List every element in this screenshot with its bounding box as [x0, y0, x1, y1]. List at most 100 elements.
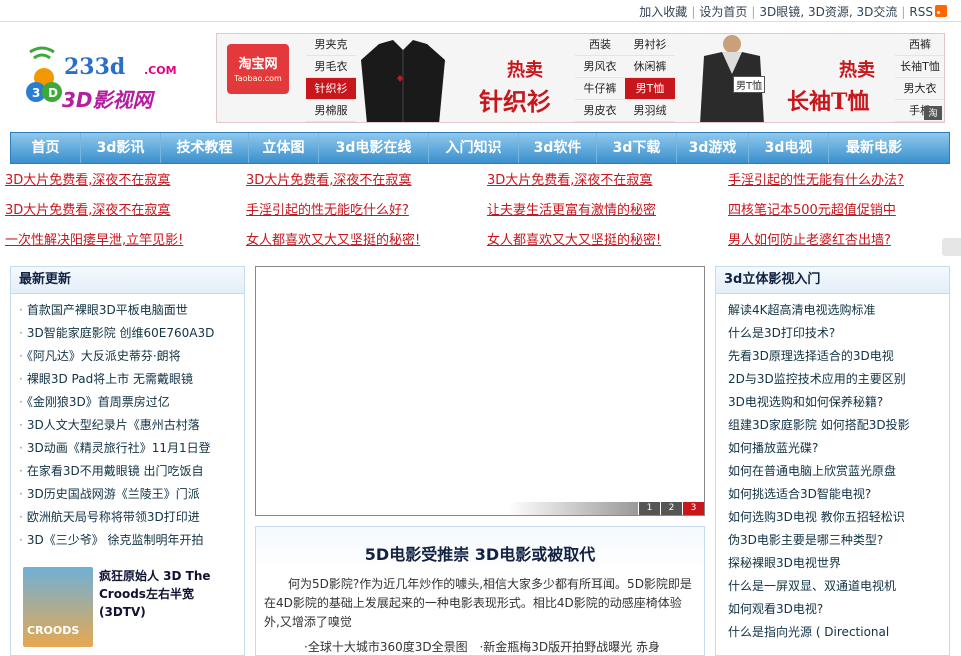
list-item[interactable]: 什么是3D打印技术? [724, 322, 949, 345]
list-item[interactable]: 3D电视选购和如何保养秘籍? [724, 391, 949, 414]
3d-exchange-link[interactable]: 3D交流 [856, 5, 897, 19]
main-nav: 首页 3d影讯 技术教程 立体图 3d电影在线 入门知识 3d软件 3d下载 3… [10, 132, 950, 164]
list-item[interactable]: 在家看3D不用戴眼镜 出门吃饭自 [19, 460, 244, 483]
list-item[interactable]: 3D历史国战网游《兰陵王》门派 [19, 483, 244, 506]
banner-item[interactable]: 男大衣 [895, 78, 944, 100]
logo-brand: 3D影视网 [62, 88, 153, 112]
slider-page-2[interactable]: 2 [660, 502, 682, 515]
related-link[interactable]: ·新金瓶梅3D版开拍野战曝光 赤身 [479, 640, 660, 654]
list-item[interactable]: 3D智能家庭影院 创维60E760A3D [19, 322, 244, 345]
nav-latest-movies[interactable]: 最新电影 [829, 133, 919, 163]
ad-link[interactable]: 四核笔记本500元超值促销中 [728, 199, 896, 218]
list-item[interactable]: 欧洲航天局号称将带领3D打印进 [19, 506, 244, 529]
banner-item[interactable]: 男棉服 [306, 100, 356, 122]
list-item[interactable]: 如何播放蓝光碟? [724, 437, 949, 460]
ad-link[interactable]: 3D大片免费看,深夜不在寂寞 [487, 169, 652, 188]
nav-stereo-images[interactable]: 立体图 [249, 133, 319, 163]
ad-link[interactable]: 一次性解决阳痿早泄,立竿见影! [5, 229, 183, 248]
product-tshirt[interactable]: 长袖T恤 [787, 84, 869, 116]
banner-item[interactable]: 西裤 [895, 34, 944, 56]
nav-3d-movies-online[interactable]: 3d电影在线 [319, 133, 429, 163]
ad-link[interactable]: 手淫引起的性无能有什么办法? [728, 169, 904, 188]
list-item[interactable]: 《阿凡达》大反派史蒂芬·朗将 [19, 345, 244, 368]
nav-tutorials[interactable]: 技术教程 [161, 133, 249, 163]
ad-link[interactable]: 3D大片免费看,深夜不在寂寞 [246, 169, 411, 188]
movie-poster[interactable]: CROODS [23, 567, 93, 647]
ad-link[interactable]: 3D大片免费看,深夜不在寂寞 [5, 199, 170, 218]
cardigan-image[interactable] [359, 40, 447, 123]
taobao-logo[interactable]: 淘宝网 Taobao.com [227, 44, 289, 94]
list-item[interactable]: 解读4K超高清电视选购标准 [724, 299, 949, 322]
ad-link[interactable]: 3D大片免费看,深夜不在寂寞 [5, 169, 170, 188]
list-item[interactable]: 探秘裸眼3D电视世界 [724, 552, 949, 575]
pager-gradient [508, 502, 638, 515]
image-slider[interactable]: 1 2 3 [255, 266, 705, 516]
list-item[interactable]: 如何在普通电脑上欣赏蓝光原盘 [724, 460, 949, 483]
list-item[interactable]: 3D人文大型纪录片《惠州古村落 [19, 414, 244, 437]
banner-item[interactable]: 男T恤 [625, 78, 675, 100]
banner-item[interactable]: 男衬衫 [625, 34, 675, 56]
nav-home[interactable]: 首页 [11, 133, 81, 163]
taobao-banner[interactable]: 淘宝网 Taobao.com 男夹克 男毛衣 针织衫 男棉服 热卖 针织衫 西装… [216, 33, 945, 123]
featured-movie[interactable]: CROODS 疯狂原始人 3D The Croods左右半宽(3DTV) [23, 567, 233, 647]
ad-row: 3D大片免费看,深夜不在寂寞 手淫引起的性无能吃什么好? 让夫妻生活更富有激情的… [0, 197, 961, 227]
nav-3d-games[interactable]: 3d游戏 [677, 133, 749, 163]
article-title[interactable]: 5D电影受推崇 3D电影或被取代 [256, 541, 704, 565]
3d-intro-panel: 3d立体影视入门 解读4K超高清电视选购标准 什么是3D打印技术? 先看3D原理… [715, 266, 950, 656]
banner-item[interactable]: 长袖T恤 [895, 56, 944, 78]
slider-page-1[interactable]: 1 [638, 502, 660, 515]
list-item[interactable]: 组建3D家庭影院 如何搭配3D投影 [724, 414, 949, 437]
3d-glasses-link[interactable]: 3D眼镜 [759, 5, 800, 19]
list-item[interactable]: 如何挑选适合3D智能电视? [724, 483, 949, 506]
list-item[interactable]: 先看3D原理选择适合的3D电视 [724, 345, 949, 368]
add-favorite-link[interactable]: 加入收藏 [639, 5, 687, 19]
nav-basics[interactable]: 入门知识 [429, 133, 519, 163]
list-item[interactable]: 什么是指向光源 ( Directional [724, 621, 949, 644]
taobao-mark: 淘 [924, 106, 942, 120]
list-item[interactable]: 3D《三少爷》 徐克监制明年开拍 [19, 529, 244, 552]
banner-item[interactable]: 男羽绒 [625, 100, 675, 122]
list-item[interactable]: 如何选购3D电视 教你五招轻松识 [724, 506, 949, 529]
banner-item[interactable]: 西装 [575, 34, 625, 56]
slider-page-3[interactable]: 3 [682, 502, 704, 515]
list-item[interactable]: 裸眼3D Pad将上市 无需戴眼镜 [19, 368, 244, 391]
list-item[interactable]: 2D与3D监控技术应用的主要区别 [724, 368, 949, 391]
banner-item[interactable]: 男毛衣 [306, 56, 356, 78]
list-item[interactable]: 如何观看3D电视? [724, 598, 949, 621]
list-item[interactable]: 首款国产裸眼3D平板电脑面世 [19, 299, 244, 322]
rss-link[interactable]: RSS [909, 5, 933, 19]
set-homepage-link[interactable]: 设为首页 [699, 5, 747, 19]
list-item[interactable]: 什么是一屏双显、双通道电视机 [724, 575, 949, 598]
related-link[interactable]: ·全球十大城市360度3D全景图 [304, 640, 468, 654]
latest-updates-panel: 最新更新 首款国产裸眼3D平板电脑面世 3D智能家庭影院 创维60E760A3D… [10, 266, 245, 656]
top-bar: 加入收藏 | 设为首页 | 3D眼镜, 3D资源, 3D交流 | RSS [0, 0, 961, 22]
ad-link[interactable]: 让夫妻生活更富有激情的秘密 [487, 199, 656, 218]
list-item[interactable]: 《金刚狼3D》首周票房过亿 [19, 391, 244, 414]
site-logo[interactable]: 3 D 233d .COM 3D影视网 [22, 40, 192, 116]
banner-item[interactable]: 休闲裤 [625, 56, 675, 78]
banner-item[interactable]: 男皮衣 [575, 100, 625, 122]
ad-link[interactable]: 女人都喜欢又大又坚挺的秘密! [246, 229, 420, 248]
banner-item[interactable]: 男风衣 [575, 56, 625, 78]
nav-3d-tv[interactable]: 3d电视 [749, 133, 829, 163]
list-item[interactable]: 3D动画《精灵旅行社》11月1日登 [19, 437, 244, 460]
banner-item[interactable]: 牛仔裤 [575, 78, 625, 100]
logo-233d: 233d [64, 54, 126, 80]
list-item[interactable]: 伪3D电影主要是哪三种类型? [724, 529, 949, 552]
3d-resource-link[interactable]: 3D资源 [808, 5, 849, 19]
featured-movie-title[interactable]: 疯狂原始人 3D The Croods左右半宽(3DTV) [99, 567, 239, 621]
banner-item[interactable]: 针织衫 [306, 78, 356, 100]
latest-updates-title: 最新更新 [11, 267, 244, 294]
banner-item[interactable]: 男夹克 [306, 34, 356, 56]
ad-link[interactable]: 女人都喜欢又大又坚挺的秘密! [487, 229, 661, 248]
nav-3d-software[interactable]: 3d软件 [519, 133, 597, 163]
ad-link[interactable]: 手淫引起的性无能吃什么好? [246, 199, 409, 218]
nav-3d-news[interactable]: 3d影讯 [81, 133, 161, 163]
camera-side-icon[interactable] [942, 238, 961, 256]
product-knit[interactable]: 针织衫 [479, 82, 551, 117]
featured-article: 5D电影受推崇 3D电影或被取代 何为5D影院?作为近几年炒作的噱头,相信大家多… [255, 526, 705, 656]
slider-pager: 1 2 3 [508, 502, 704, 515]
rss-icon[interactable] [935, 5, 947, 17]
ad-link[interactable]: 男人如何防止老婆红杏出墙? [728, 229, 891, 248]
nav-3d-download[interactable]: 3d下载 [597, 133, 677, 163]
